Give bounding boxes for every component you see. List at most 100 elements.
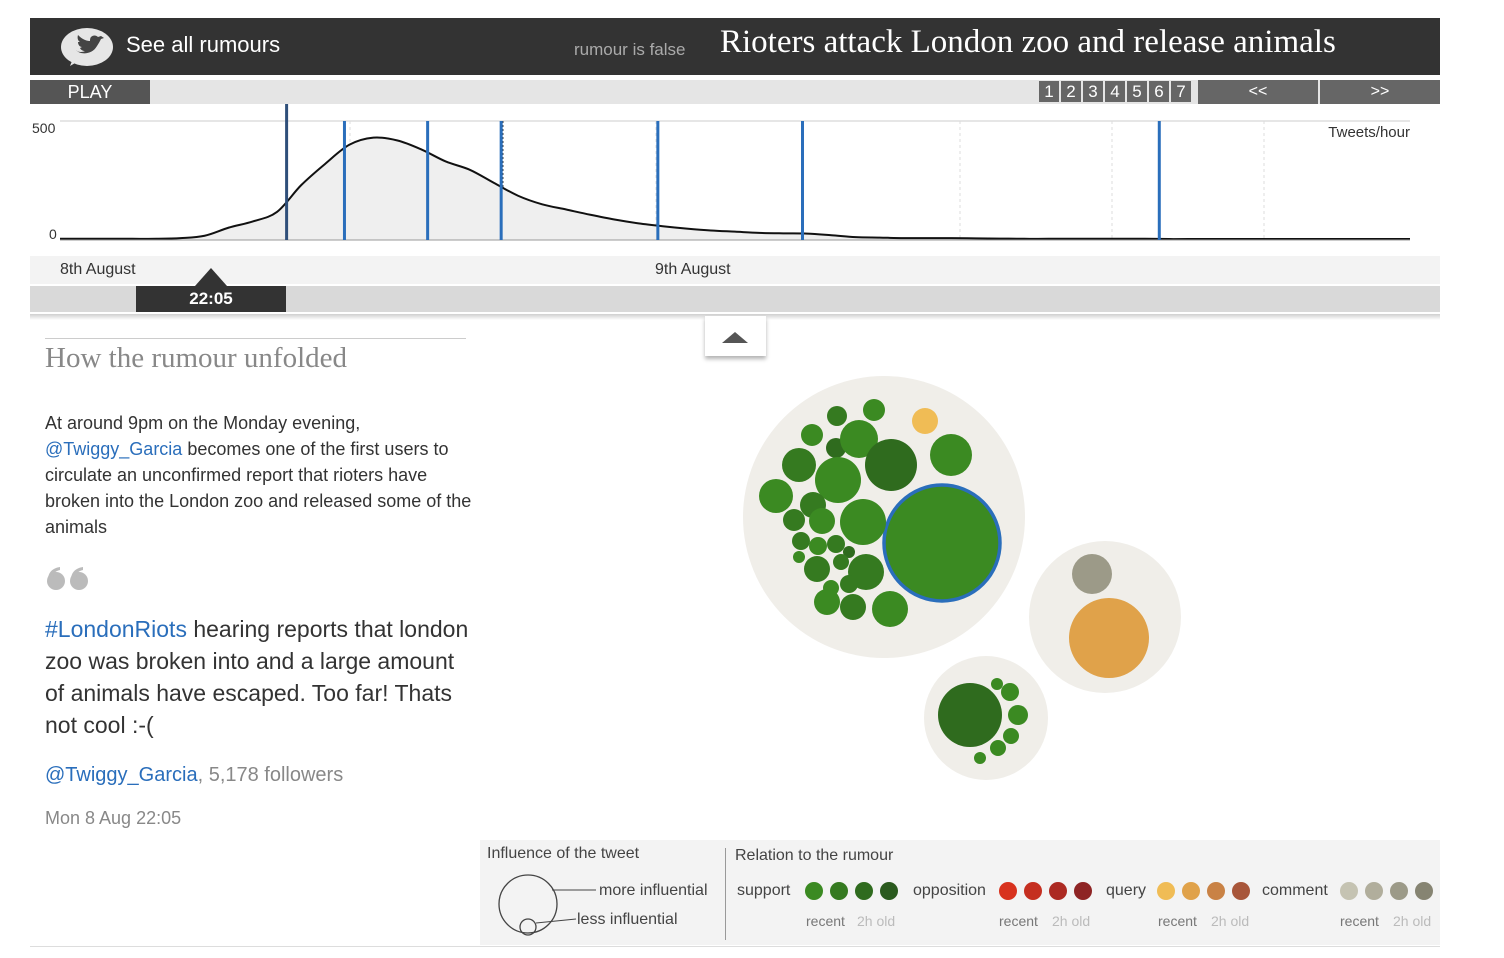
tweet-bubble[interactable]: [840, 575, 858, 593]
legend-old-label: 2h old: [1211, 913, 1250, 929]
legend-color-dot: [1390, 882, 1408, 900]
tweet-bubble[interactable]: [863, 399, 885, 421]
tweet-bubble[interactable]: [801, 424, 823, 446]
tweet-bubble[interactable]: [827, 406, 847, 426]
legend-divider: [725, 848, 726, 940]
legend-color-dot: [1049, 882, 1067, 900]
tweet-bubble[interactable]: [833, 554, 849, 570]
tweet-bubble-chart[interactable]: [720, 360, 1190, 790]
tweet-bubble[interactable]: [865, 439, 917, 491]
timeline-scrubber-handle[interactable]: 22:05: [136, 286, 286, 312]
tweets-area: [60, 137, 1410, 240]
date-label-8-august: 8th August: [60, 261, 136, 278]
legend-color-dot: [855, 882, 873, 900]
step-button-5[interactable]: 5: [1127, 81, 1147, 102]
legend-color-dot: [1024, 882, 1042, 900]
legend-old-label: 2h old: [1052, 913, 1091, 929]
tweet-author: @Twiggy_Garcia, 5,178 followers: [45, 764, 343, 787]
chevron-up-icon: [722, 332, 748, 343]
tweet-bubble[interactable]: [793, 551, 805, 563]
tweet-bubble[interactable]: [782, 448, 816, 482]
legend-old-label: 2h old: [1393, 913, 1432, 929]
y-axis-max-label: 500: [32, 120, 56, 136]
story-intro: At around 9pm on the Monday evening, @Twi…: [45, 410, 475, 540]
legend-color-dot: [880, 882, 898, 900]
legend-color-dot: [1207, 882, 1225, 900]
influence-legend-title: Influence of the tweet: [487, 845, 640, 862]
tweet-bubble[interactable]: [990, 740, 1006, 756]
tweet-hashtag-link[interactable]: #LondonRiots: [45, 616, 187, 642]
rumour-headline: Rioters attack London zoo and release an…: [720, 24, 1336, 60]
step-button-7[interactable]: 7: [1171, 81, 1191, 102]
y-axis-unit-label: Tweets/hour: [1328, 124, 1410, 141]
tweets-per-hour-chart[interactable]: 500 0 Tweets/hour: [0, 104, 1504, 256]
tweet-bubble[interactable]: [1003, 728, 1019, 744]
tweet-bubble[interactable]: [974, 752, 986, 764]
tweet-bubble[interactable]: [1008, 705, 1028, 725]
tweet-bubble[interactable]: [840, 594, 866, 620]
legend-color-dot: [1340, 882, 1358, 900]
legend-color-dot: [1232, 882, 1250, 900]
bottom-divider: [30, 946, 1440, 947]
legend-color-dot: [830, 882, 848, 900]
legend-color-dot: [805, 882, 823, 900]
influence-circles-icon: [498, 874, 596, 936]
rumour-status: rumour is false: [574, 40, 686, 59]
tweet-bubble[interactable]: [792, 532, 810, 550]
tweet-bubble[interactable]: [809, 508, 835, 534]
previous-button[interactable]: <<: [1198, 80, 1318, 104]
legend-color-dot: [1365, 882, 1383, 900]
tweet-bubble[interactable]: [783, 509, 805, 531]
step-button-3[interactable]: 3: [1083, 81, 1103, 102]
tweet-bubble[interactable]: [872, 591, 908, 627]
legend-color-dot: [1415, 882, 1433, 900]
tweet-bubble[interactable]: [1072, 554, 1112, 594]
legend-recent-label: recent: [1340, 913, 1379, 929]
section-title: How the rumour unfolded: [45, 342, 348, 374]
tweet-bubble[interactable]: [759, 479, 793, 513]
quote-icon: [47, 567, 88, 590]
tweet-bubble[interactable]: [840, 499, 886, 545]
step-button-4[interactable]: 4: [1105, 81, 1125, 102]
tweet-bubble[interactable]: [912, 408, 938, 434]
less-influential-label: less influential: [577, 911, 678, 928]
step-button-2[interactable]: 2: [1061, 81, 1081, 102]
tweet-bubble[interactable]: [809, 537, 827, 555]
more-influential-label: more influential: [599, 882, 708, 899]
tweet-bubble[interactable]: [827, 535, 845, 553]
legend-recent-label: recent: [999, 913, 1038, 929]
legend-recent-label: recent: [1158, 913, 1197, 929]
tweet-bubble[interactable]: [930, 434, 972, 476]
intro-text-start: At around 9pm on the Monday evening,: [45, 413, 361, 433]
legend-category-label: comment: [1262, 882, 1328, 899]
play-button[interactable]: PLAY: [30, 80, 150, 104]
y-axis-min-label: 0: [49, 226, 57, 242]
see-all-rumours-link[interactable]: See all rumours: [126, 32, 280, 58]
legend-color-dot: [1074, 882, 1092, 900]
step-button-6[interactable]: 6: [1149, 81, 1169, 102]
tweet-bubble[interactable]: [1069, 598, 1149, 678]
next-button[interactable]: >>: [1320, 80, 1440, 104]
step-button-1[interactable]: 1: [1039, 81, 1059, 102]
tweet-bubble[interactable]: [814, 589, 840, 615]
scrubber-pointer-icon: [195, 268, 227, 286]
tweet-followers: , 5,178 followers: [197, 764, 344, 786]
tweet-bubble[interactable]: [804, 556, 830, 582]
section-divider: [45, 338, 466, 339]
tweet-timestamp: Mon 8 Aug 22:05: [45, 808, 182, 828]
legend-color-dot: [1157, 882, 1175, 900]
twitter-bird-icon[interactable]: [60, 26, 114, 68]
tweet-bubble[interactable]: [882, 483, 1002, 603]
legend-category-label: opposition: [913, 882, 986, 899]
legend-old-label: 2h old: [857, 913, 896, 929]
legend-category-label: support: [737, 882, 791, 899]
tweet-text: #LondonRiots hearing reports that london…: [45, 613, 475, 741]
tweet-bubble[interactable]: [991, 678, 1003, 690]
tweet-bubble[interactable]: [1001, 683, 1019, 701]
date-label-9-august: 9th August: [655, 261, 731, 278]
tweet-bubble[interactable]: [938, 683, 1002, 747]
tweet-author-link[interactable]: @Twiggy_Garcia: [45, 764, 198, 786]
legend-recent-label: recent: [806, 913, 845, 929]
intro-user-link[interactable]: @Twiggy_Garcia: [45, 439, 182, 459]
legend-category-label: query: [1106, 882, 1147, 899]
